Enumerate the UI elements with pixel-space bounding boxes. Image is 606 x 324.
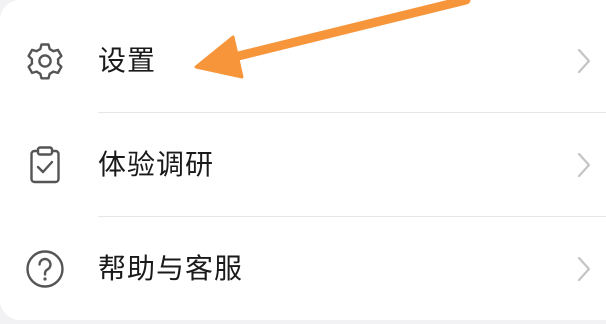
chevron-right-icon: [576, 254, 592, 284]
menu-card: 设置 体验调研 帮助与客服: [0, 0, 606, 320]
menu-item-survey[interactable]: 体验调研: [0, 114, 606, 218]
menu-item-help[interactable]: 帮助与客服: [0, 218, 606, 320]
gear-icon: [24, 40, 66, 82]
divider: [98, 112, 606, 113]
chevron-right-icon: [576, 46, 592, 76]
chevron-right-icon: [576, 150, 592, 180]
menu-item-label: 设置: [98, 44, 157, 77]
help-circle-icon: [24, 248, 66, 290]
menu-item-label: 体验调研: [98, 148, 215, 181]
clipboard-check-icon: [24, 144, 66, 186]
menu-item-settings[interactable]: 设置: [0, 10, 606, 114]
menu-item-label: 帮助与客服: [98, 252, 244, 285]
divider: [98, 216, 606, 217]
